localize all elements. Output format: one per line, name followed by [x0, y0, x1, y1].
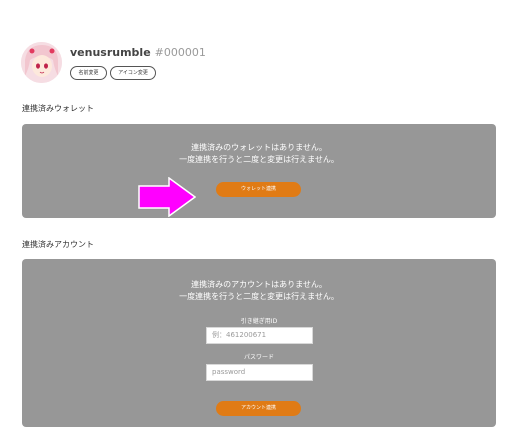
wallet-message-line1: 連携済みのウォレットはありません。: [191, 143, 327, 152]
account-section-title: 連携済みアカウント: [22, 240, 94, 249]
account-message-line2: 一度連携を行うと二度と変更は行えません。: [179, 292, 339, 301]
wallet-message-line2: 一度連携を行うと二度と変更は行えません。: [179, 155, 339, 164]
rename-button[interactable]: 名前変更: [70, 66, 107, 80]
user-id: #000001: [154, 46, 206, 59]
wallet-section-title: 連携済みウォレット: [22, 104, 94, 113]
id-field-label: 引き継ぎ用ID: [240, 318, 278, 325]
avatar: [21, 42, 62, 83]
change-icon-button[interactable]: アイコン変更: [110, 66, 156, 80]
password-input[interactable]: password: [206, 364, 313, 381]
account-message-line1: 連携済みのアカウントはありません。: [191, 280, 327, 289]
wallet-connect-button[interactable]: ウォレット連携: [216, 182, 301, 197]
id-input[interactable]: 例：461200671: [206, 327, 313, 344]
wallet-panel: 連携済みのウォレットはありません。 一度連携を行うと二度と変更は行えません。 ウ…: [22, 124, 496, 218]
account-connect-button[interactable]: アカウント連携: [216, 401, 301, 416]
account-panel: 連携済みのアカウントはありません。 一度連携を行うと二度と変更は行えません。 引…: [22, 259, 496, 427]
arrow-right-icon: [138, 177, 196, 217]
password-field-label: パスワード: [243, 354, 274, 361]
username: venusrumble #000001: [70, 46, 206, 59]
